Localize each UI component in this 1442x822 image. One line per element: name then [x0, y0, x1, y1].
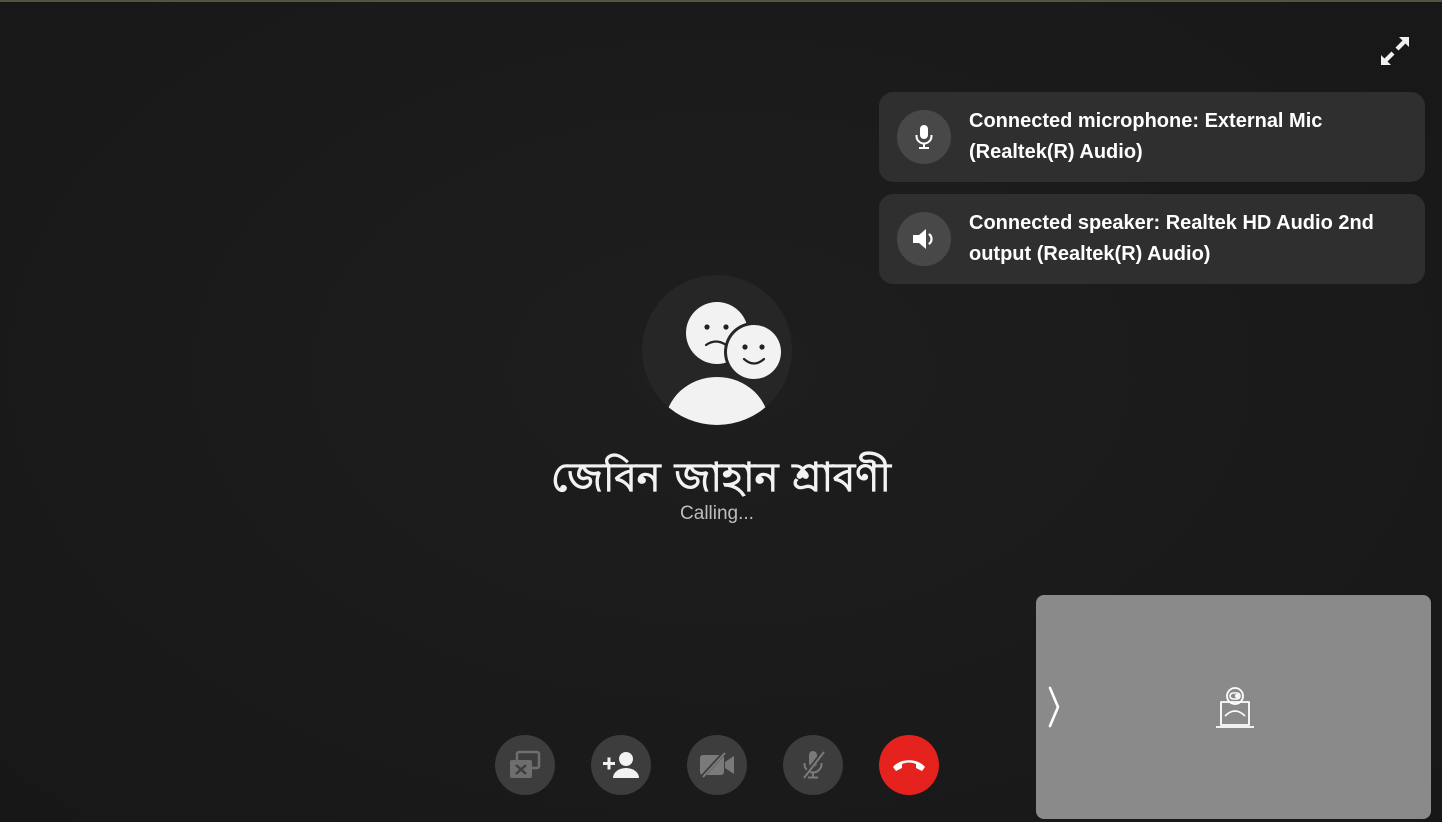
microphone-off-icon [801, 750, 825, 780]
top-border [0, 0, 1442, 2]
self-view-panel [1036, 595, 1431, 819]
fullscreen-button[interactable] [1376, 32, 1414, 70]
end-call-button[interactable] [879, 735, 939, 795]
add-person-icon [603, 752, 639, 778]
speaker-notification: Connected speaker: Realtek HD Audio 2nd … [879, 194, 1425, 284]
call-window: Connected microphone: External Mic (Real… [0, 0, 1442, 822]
hang-up-icon [893, 760, 925, 771]
expand-icon [1381, 37, 1409, 65]
speaker-icon [897, 212, 951, 266]
camera-off-icon [1216, 687, 1254, 728]
speaker-notification-text: Connected speaker: Realtek HD Audio 2nd … [969, 212, 1374, 265]
collapse-self-view-button[interactable] [1044, 685, 1064, 729]
mute-microphone-button[interactable] [783, 735, 843, 795]
microphone-notification: Connected microphone: External Mic (Real… [879, 92, 1425, 182]
call-status: Calling... [680, 503, 754, 524]
chevron-right-icon [1048, 686, 1060, 728]
screen-share-off-button[interactable] [495, 735, 555, 795]
video-off-button[interactable] [687, 735, 747, 795]
screen-share-off-icon [510, 750, 541, 778]
video-off-icon [700, 751, 734, 779]
group-avatar-icon [665, 302, 784, 425]
avatar [642, 275, 792, 425]
microphone-notification-text: Connected microphone: External Mic (Real… [969, 110, 1323, 163]
microphone-icon [897, 110, 951, 164]
add-participant-button[interactable] [591, 735, 651, 795]
